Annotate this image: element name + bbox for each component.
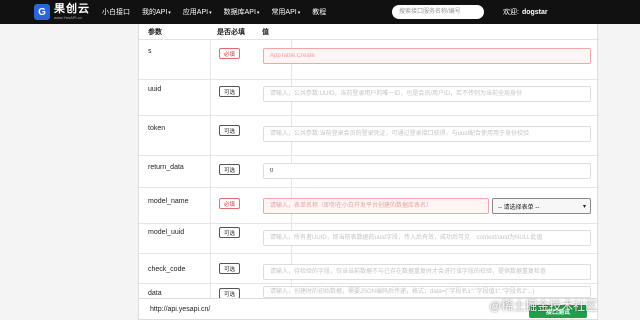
nav-item-tutorial[interactable]: 教程	[312, 7, 326, 17]
chevron-down-icon: ▾	[209, 10, 212, 16]
logo-title: 果创云	[54, 3, 90, 15]
param-model-name-input[interactable]	[263, 198, 489, 214]
param-name: uuid	[148, 86, 162, 93]
nav-item-common-api[interactable]: 常用API▾	[271, 7, 300, 17]
header-param: 参数	[148, 28, 162, 36]
logo-icon: G	[34, 4, 50, 20]
top-navbar: G 果创云 www.YesAPI.cn 小白接口 我的API▾ 应用API▾ 数…	[0, 0, 640, 24]
request-url: http://api.yesapi.cn/	[150, 306, 211, 313]
optional-badge: 可选	[219, 86, 240, 97]
nav-item-beginner-api[interactable]: 小白接口	[102, 7, 130, 17]
search-input[interactable]	[392, 5, 484, 19]
param-check-code-input[interactable]	[263, 264, 591, 280]
chevron-down-icon: ▾	[582, 203, 586, 210]
table-row: model_name 必填 -- 请选择表单 --▾	[139, 188, 599, 224]
param-name: return_data	[148, 164, 184, 171]
header-required: 是否必填	[217, 28, 245, 36]
optional-badge: 可选	[219, 125, 240, 136]
chevron-down-icon: ▾	[297, 10, 301, 16]
nav-menu: 小白接口 我的API▾ 应用API▾ 数据库API▾ 常用API▾ 教程	[102, 7, 338, 17]
required-badge: 必填	[219, 198, 240, 209]
optional-badge: 可选	[219, 164, 240, 175]
table-row: data 可选	[139, 284, 599, 299]
table-row: return_data 可选	[139, 156, 599, 188]
username: dogstar	[521, 9, 548, 16]
nav-item-database-api[interactable]: 数据库API▾	[224, 7, 260, 17]
chevron-down-icon: ▾	[256, 10, 260, 16]
logo-subtitle: www.YesAPI.cn	[54, 15, 82, 20]
welcome-user[interactable]: 欢迎: dogstar	[503, 7, 548, 17]
table-row: s 必填	[139, 40, 599, 80]
param-name: check_code	[148, 266, 186, 273]
watermark: @稀土掘金技术社区	[489, 299, 598, 313]
param-return-data-input[interactable]	[263, 163, 591, 179]
header-value: 值	[262, 28, 269, 36]
optional-badge: 可选	[219, 227, 240, 238]
optional-badge: 可选	[219, 263, 240, 274]
table-row: model_uuid 可选	[139, 224, 599, 254]
required-badge: 必填	[219, 48, 240, 59]
param-token-input[interactable]	[263, 126, 591, 142]
param-name: data	[148, 290, 162, 297]
param-name: token	[148, 125, 166, 132]
param-uuid-input[interactable]	[263, 86, 591, 102]
table-row: check_code 可选	[139, 254, 599, 284]
param-name: model_uuid	[148, 229, 185, 236]
table-row: token 可选	[139, 116, 599, 156]
logo[interactable]: G 果创云 www.YesAPI.cn	[34, 4, 90, 20]
param-name: model_name	[148, 198, 189, 205]
table-header: 参数 是否必填 值	[139, 24, 599, 40]
model-select-dropdown[interactable]: -- 请选择表单 -- ▾	[492, 198, 591, 214]
api-param-table: 参数 是否必填 值 s 必填 uuid 可选 token 可选 return_d…	[138, 24, 599, 299]
nav-item-app-api[interactable]: 应用API▾	[183, 7, 212, 17]
nav-item-my-api[interactable]: 我的API▾	[142, 7, 171, 17]
table-row: uuid 可选	[139, 80, 599, 116]
param-s-input[interactable]	[263, 48, 591, 64]
param-model-uuid-input[interactable]	[263, 230, 591, 246]
chevron-down-icon: ▾	[168, 10, 171, 16]
param-name: s	[148, 48, 152, 55]
